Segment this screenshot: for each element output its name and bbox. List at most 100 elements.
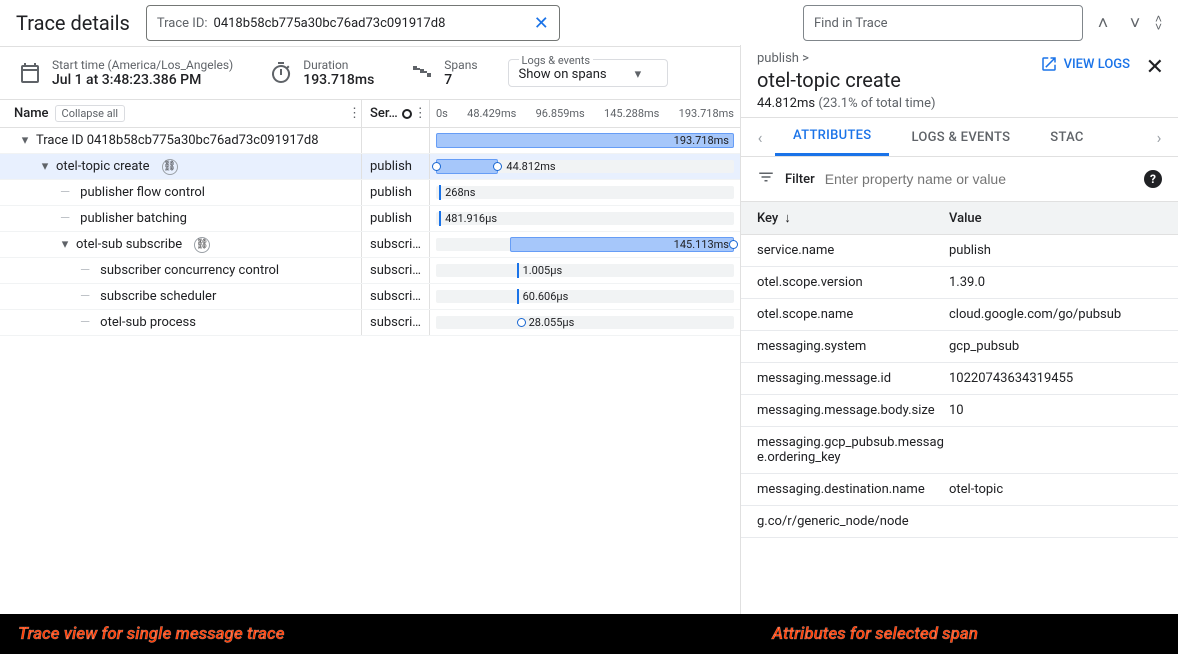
- duration-value: 193.718ms: [303, 72, 374, 88]
- link-icon[interactable]: ⛓: [194, 237, 210, 253]
- attribute-row[interactable]: messaging.gcp_pubsub.message.ordering_ke…: [741, 427, 1178, 474]
- attribute-row[interactable]: otel.scope.version1.39.0: [741, 267, 1178, 299]
- tab-stack[interactable]: STAC: [1032, 118, 1101, 156]
- find-in-trace-input[interactable]: Find in Trace: [803, 5, 1083, 41]
- help-icon[interactable]: ?: [1144, 170, 1162, 188]
- attr-value: 1.39.0: [949, 275, 1178, 290]
- timeline-cell[interactable]: 193.718ms: [430, 128, 740, 153]
- timeline-cell[interactable]: 145.113ms: [430, 232, 740, 257]
- tab-next-icon[interactable]: ›: [1148, 128, 1170, 147]
- service-value: subscri…: [362, 310, 430, 335]
- attr-key: messaging.destination.name: [741, 482, 949, 497]
- attribute-row[interactable]: messaging.message.body.size10: [741, 395, 1178, 427]
- service-dot-icon: [402, 109, 412, 119]
- span-row[interactable]: —subscribe schedulersubscri…60.606µs: [0, 284, 740, 310]
- span-row[interactable]: ▾Trace ID 0418b58cb775a30bc76ad73c091917…: [0, 128, 740, 154]
- timeline-cell[interactable]: 60.606µs: [430, 284, 740, 309]
- open-icon: [1040, 55, 1058, 73]
- service-value: subscri…: [362, 284, 430, 309]
- attribute-row[interactable]: otel.scope.namecloud.google.com/go/pubsu…: [741, 299, 1178, 331]
- find-prev-icon[interactable]: ˄: [1091, 13, 1115, 34]
- attr-value: publish: [949, 243, 1178, 258]
- tab-logs-events[interactable]: LOGS & EVENTS: [893, 118, 1028, 156]
- col-resize-icon[interactable]: ⋮: [348, 106, 361, 121]
- attribute-row[interactable]: service.namepublish: [741, 235, 1178, 267]
- page-title: Trace details: [16, 11, 130, 35]
- attr-key: messaging.message.body.size: [741, 403, 949, 418]
- span-name: otel-sub process: [100, 315, 196, 330]
- toggle-icon[interactable]: ▾: [20, 133, 30, 148]
- span-name: otel-sub subscribe: [76, 237, 182, 252]
- attr-value-header[interactable]: Value: [949, 211, 1178, 226]
- attribute-row[interactable]: messaging.systemgcp_pubsub: [741, 331, 1178, 363]
- service-value: subscri…: [362, 232, 430, 257]
- close-icon[interactable]: ✕: [1146, 55, 1164, 80]
- span-name: publisher batching: [80, 211, 187, 226]
- name-col-header: Name: [14, 106, 49, 121]
- timeline-cell[interactable]: 481.916µs: [430, 206, 740, 231]
- tab-attributes[interactable]: ATTRIBUTES: [775, 118, 889, 156]
- attr-value: 10220743634319455: [949, 371, 1178, 386]
- find-next-icon[interactable]: ˅: [1123, 13, 1147, 34]
- col-resize-icon[interactable]: ⋮: [414, 106, 427, 121]
- view-logs-button[interactable]: VIEW LOGS: [1040, 55, 1130, 73]
- attribute-row[interactable]: g.co/r/generic_node/node: [741, 506, 1178, 538]
- attr-value: otel-topic: [949, 482, 1178, 497]
- caption-right: Attributes for selected span: [772, 624, 978, 644]
- tab-prev-icon[interactable]: ‹: [749, 128, 771, 147]
- attr-key: messaging.gcp_pubsub.message.ordering_ke…: [741, 435, 949, 465]
- span-name: publisher flow control: [80, 185, 205, 200]
- service-value: publish: [362, 180, 430, 205]
- start-time-value: Jul 1 at 3:48:23.386 PM: [52, 72, 233, 88]
- attr-value: [949, 514, 1178, 529]
- logs-events-legend: Logs & events: [519, 54, 594, 67]
- span-name: subscriber concurrency control: [100, 263, 279, 278]
- attr-key-header[interactable]: Key: [757, 211, 778, 226]
- span-row[interactable]: ▾otel-topic create⛓publish44.812ms: [0, 154, 740, 180]
- span-duration: 44.812ms: [757, 96, 815, 111]
- attribute-row[interactable]: messaging.message.id10220743634319455: [741, 363, 1178, 395]
- attr-key: messaging.message.id: [741, 371, 949, 386]
- trace-id-search[interactable]: Trace ID: 0418b58cb775a30bc76ad73c091917…: [146, 5, 560, 41]
- collapse-all-button[interactable]: Collapse all: [55, 105, 126, 122]
- span-row[interactable]: ▾ otel-sub subscribe ⛓ subscri…145.113ms: [0, 232, 740, 258]
- filter-label: Filter: [785, 172, 815, 187]
- attr-value: gcp_pubsub: [949, 339, 1178, 354]
- logs-events-fieldset: Logs & events Show on spans▾: [508, 59, 668, 87]
- service-value: subscri…: [362, 258, 430, 283]
- filter-icon: [757, 168, 775, 190]
- toggle-icon[interactable]: ▾: [40, 159, 50, 174]
- attr-value: 10: [949, 403, 1178, 418]
- spans-value: 7: [444, 72, 477, 88]
- clear-icon[interactable]: ✕: [534, 13, 549, 34]
- spans-label: Spans: [444, 58, 477, 72]
- attr-key: service.name: [741, 243, 949, 258]
- span-row[interactable]: —publisher batchingpublish481.916µs: [0, 206, 740, 232]
- filter-input[interactable]: [825, 171, 1134, 187]
- calendar-icon: [18, 61, 42, 85]
- expand-icon[interactable]: ˄˅: [1155, 15, 1162, 31]
- span-name: subscribe scheduler: [100, 289, 216, 304]
- span-pct: (23.1% of total time): [818, 96, 935, 111]
- timer-icon: [269, 61, 293, 85]
- spans-icon: [410, 61, 434, 85]
- logs-events-option[interactable]: Show on spans▾: [519, 67, 657, 82]
- trace-id-value: 0418b58cb775a30bc76ad73c091917d8: [214, 16, 528, 31]
- timeline-cell[interactable]: 268ns: [430, 180, 740, 205]
- attr-key: otel.scope.name: [741, 307, 949, 322]
- span-row[interactable]: —publisher flow controlpublish268ns: [0, 180, 740, 206]
- timeline-cell[interactable]: 1.005µs: [430, 258, 740, 283]
- service-col-header: Ser…: [370, 106, 398, 121]
- link-icon[interactable]: ⛓: [162, 159, 178, 175]
- sort-icon[interactable]: ↓: [784, 210, 791, 226]
- caption-left: Trace view for single message trace: [18, 624, 285, 644]
- timeline-cell[interactable]: 44.812ms: [430, 154, 740, 179]
- toggle-icon[interactable]: ▾: [60, 237, 70, 252]
- span-row[interactable]: —otel-sub processsubscri…28.055µs: [0, 310, 740, 336]
- caption-bar: Trace view for single message trace Attr…: [0, 614, 1178, 654]
- attr-key: messaging.system: [741, 339, 949, 354]
- trace-id-label: Trace ID:: [157, 16, 208, 31]
- attribute-row[interactable]: messaging.destination.nameotel-topic: [741, 474, 1178, 506]
- span-row[interactable]: —subscriber concurrency controlsubscri…1…: [0, 258, 740, 284]
- timeline-cell[interactable]: 28.055µs: [430, 310, 740, 335]
